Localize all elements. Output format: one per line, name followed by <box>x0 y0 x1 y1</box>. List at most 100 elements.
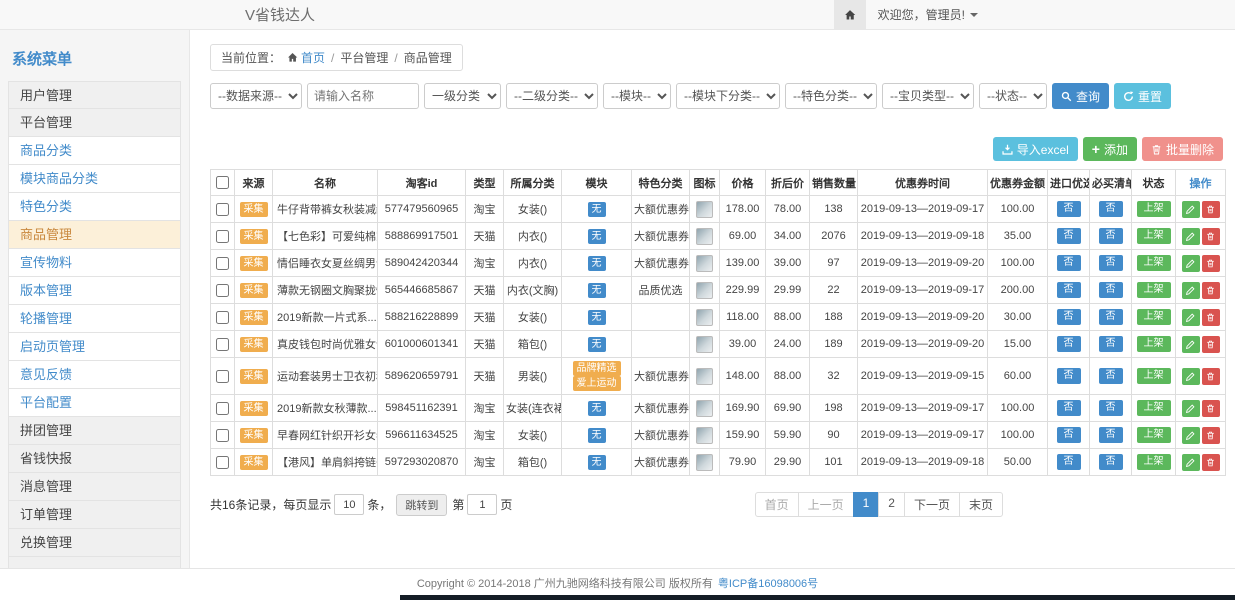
sidebar-item[interactable]: 模块商品分类 <box>8 165 181 193</box>
must-buy-toggle-button[interactable]: 否 <box>1099 309 1123 325</box>
home-button[interactable] <box>834 0 866 29</box>
pagination-link[interactable]: 末页 <box>959 492 1003 517</box>
row-checkbox[interactable] <box>216 257 229 270</box>
add-button[interactable]: + 添加 <box>1083 137 1137 161</box>
status-toggle-button[interactable]: 上架 <box>1137 282 1171 298</box>
must-buy-toggle-button[interactable]: 否 <box>1099 427 1123 443</box>
sidebar-item[interactable]: 平台配置 <box>8 389 181 417</box>
edit-button[interactable] <box>1182 427 1200 444</box>
must-buy-toggle-button[interactable]: 否 <box>1099 454 1123 470</box>
import-toggle-button[interactable]: 否 <box>1057 282 1081 298</box>
row-checkbox[interactable] <box>216 456 229 469</box>
must-buy-toggle-button[interactable]: 否 <box>1099 201 1123 217</box>
delete-button[interactable] <box>1202 368 1220 385</box>
import-toggle-button[interactable]: 否 <box>1057 368 1081 384</box>
must-buy-toggle-button[interactable]: 否 <box>1099 400 1123 416</box>
import-toggle-button[interactable]: 否 <box>1057 228 1081 244</box>
sidebar-item[interactable]: 平台管理 <box>8 109 181 137</box>
delete-button[interactable] <box>1202 454 1220 471</box>
status-toggle-button[interactable]: 上架 <box>1137 201 1171 217</box>
status-toggle-button[interactable]: 上架 <box>1137 454 1171 470</box>
delete-button[interactable] <box>1202 309 1220 326</box>
sidebar-item[interactable]: 启动页管理 <box>8 333 181 361</box>
sidebar-item[interactable]: 意见反馈 <box>8 361 181 389</box>
sidebar-item[interactable]: 拼团管理 <box>8 417 181 445</box>
filter-select[interactable]: --宝贝类型-- <box>882 83 974 109</box>
sidebar-item[interactable]: 消息管理 <box>8 473 181 501</box>
import-toggle-button[interactable]: 否 <box>1057 400 1081 416</box>
search-button[interactable]: 查询 <box>1052 83 1109 109</box>
sidebar-item[interactable]: 版本管理 <box>8 277 181 305</box>
sidebar-item[interactable] <box>8 557 181 568</box>
delete-button[interactable] <box>1202 400 1220 417</box>
must-buy-toggle-button[interactable]: 否 <box>1099 282 1123 298</box>
user-dropdown[interactable]: 欢迎您，管理员! <box>866 6 990 23</box>
sidebar-item[interactable]: 订单管理 <box>8 501 181 529</box>
pagination-link[interactable]: 下一页 <box>904 492 960 517</box>
jump-button[interactable]: 跳转到 <box>396 494 447 516</box>
status-toggle-button[interactable]: 上架 <box>1137 368 1171 384</box>
edit-button[interactable] <box>1182 336 1200 353</box>
row-checkbox[interactable] <box>216 338 229 351</box>
import-toggle-button[interactable]: 否 <box>1057 255 1081 271</box>
filter-select[interactable]: 一级分类 <box>424 83 501 109</box>
pagination-link[interactable]: 1 <box>853 492 880 517</box>
sidebar-item[interactable]: 商品分类 <box>8 137 181 165</box>
status-toggle-button[interactable]: 上架 <box>1137 427 1171 443</box>
delete-button[interactable] <box>1202 336 1220 353</box>
status-toggle-button[interactable]: 上架 <box>1137 255 1171 271</box>
filter-select[interactable]: --特色分类-- <box>785 83 877 109</box>
delete-button[interactable] <box>1202 255 1220 272</box>
row-checkbox[interactable] <box>216 230 229 243</box>
filter-select[interactable]: --二级分类-- <box>506 83 598 109</box>
page-number-input[interactable] <box>467 494 497 515</box>
must-buy-toggle-button[interactable]: 否 <box>1099 368 1123 384</box>
filter-select[interactable]: --数据来源-- <box>210 83 302 109</box>
filter-select[interactable]: --模块下分类-- <box>676 83 780 109</box>
select-all-checkbox[interactable] <box>216 176 229 189</box>
sidebar-item[interactable]: 轮播管理 <box>8 305 181 333</box>
batch-delete-button[interactable]: 批量删除 <box>1142 137 1223 161</box>
edit-button[interactable] <box>1182 400 1200 417</box>
edit-button[interactable] <box>1182 368 1200 385</box>
row-checkbox[interactable] <box>216 203 229 216</box>
sidebar-item[interactable]: 兑换管理 <box>8 529 181 557</box>
edit-button[interactable] <box>1182 228 1200 245</box>
filter-select[interactable]: --模块-- <box>603 83 671 109</box>
delete-button[interactable] <box>1202 201 1220 218</box>
name-search-input[interactable] <box>307 83 419 109</box>
import-toggle-button[interactable]: 否 <box>1057 309 1081 325</box>
row-checkbox[interactable] <box>216 370 229 383</box>
status-toggle-button[interactable]: 上架 <box>1137 400 1171 416</box>
delete-button[interactable] <box>1202 282 1220 299</box>
row-checkbox[interactable] <box>216 284 229 297</box>
status-toggle-button[interactable]: 上架 <box>1137 228 1171 244</box>
status-toggle-button[interactable]: 上架 <box>1137 309 1171 325</box>
row-checkbox[interactable] <box>216 402 229 415</box>
import-excel-button[interactable]: 导入excel <box>993 137 1078 161</box>
reset-button[interactable]: 重置 <box>1114 83 1171 109</box>
page-size-input[interactable] <box>334 494 364 515</box>
sidebar-item[interactable]: 商品管理 <box>8 221 181 249</box>
status-toggle-button[interactable]: 上架 <box>1137 336 1171 352</box>
filter-select[interactable]: --状态-- <box>979 83 1047 109</box>
edit-button[interactable] <box>1182 282 1200 299</box>
delete-button[interactable] <box>1202 427 1220 444</box>
row-checkbox[interactable] <box>216 311 229 324</box>
row-checkbox[interactable] <box>216 429 229 442</box>
pagination-link[interactable]: 2 <box>878 492 905 517</box>
edit-button[interactable] <box>1182 201 1200 218</box>
import-toggle-button[interactable]: 否 <box>1057 454 1081 470</box>
sidebar-item[interactable]: 省钱快报 <box>8 445 181 473</box>
delete-button[interactable] <box>1202 228 1220 245</box>
sidebar-item[interactable]: 宣传物料 <box>8 249 181 277</box>
import-toggle-button[interactable]: 否 <box>1057 336 1081 352</box>
must-buy-toggle-button[interactable]: 否 <box>1099 228 1123 244</box>
must-buy-toggle-button[interactable]: 否 <box>1099 336 1123 352</box>
edit-button[interactable] <box>1182 309 1200 326</box>
edit-button[interactable] <box>1182 454 1200 471</box>
import-toggle-button[interactable]: 否 <box>1057 201 1081 217</box>
icp-link[interactable]: 粤ICP备16098006号 <box>718 578 818 590</box>
breadcrumb-home-link[interactable]: 首页 <box>287 49 325 66</box>
sidebar-item[interactable]: 用户管理 <box>8 81 181 109</box>
